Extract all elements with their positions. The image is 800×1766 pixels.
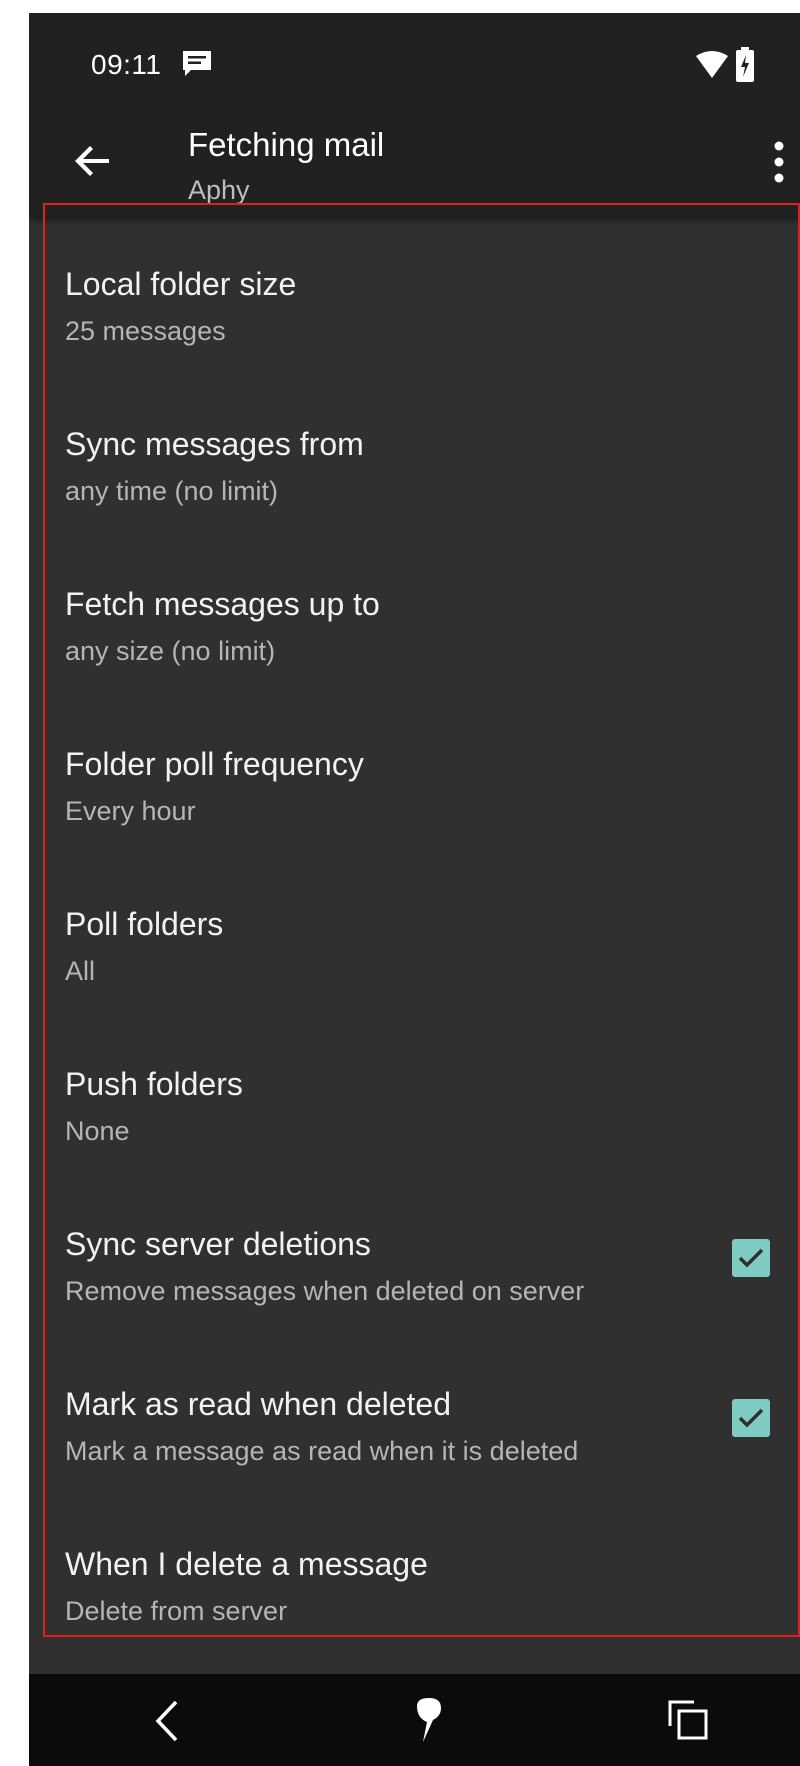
system-nav-bar <box>29 1674 800 1766</box>
pref-summary: 25 messages <box>65 316 226 346</box>
pref-sync-server-deletions[interactable]: Sync server deletions Remove messages wh… <box>29 1176 800 1336</box>
account-subtitle: Aphy <box>188 175 250 205</box>
pref-mark-as-read-when-deleted[interactable]: Mark as read when deleted Mark a message… <box>29 1336 800 1496</box>
battery-charging-icon <box>736 47 754 82</box>
pref-summary: None <box>65 1116 130 1146</box>
pref-folder-poll-frequency[interactable]: Folder poll frequency Every hour <box>29 696 800 856</box>
pref-summary: any time (no limit) <box>65 476 279 506</box>
wifi-icon <box>696 51 728 78</box>
check-icon <box>738 1248 764 1268</box>
arrow-back-icon[interactable] <box>65 133 121 189</box>
pref-fetch-messages-up-to[interactable]: Fetch messages up to any size (no limit) <box>29 536 800 696</box>
pref-title: Poll folders <box>65 906 224 942</box>
message-notification-icon <box>183 51 211 76</box>
pref-summary: Every hour <box>65 796 196 826</box>
pref-summary: Delete from server <box>65 1596 288 1626</box>
pref-sync-messages-from[interactable]: Sync messages from any time (no limit) <box>29 376 800 536</box>
app-bar: Fetching mail Aphy <box>29 103 800 216</box>
pref-poll-folders[interactable]: Poll folders All <box>29 856 800 1016</box>
more-vert-icon[interactable] <box>759 137 799 187</box>
pref-title: Push folders <box>65 1066 243 1102</box>
pref-summary: All <box>65 956 96 986</box>
pref-push-folders[interactable]: Push folders None <box>29 1016 800 1176</box>
pref-summary: Remove messages when deleted on server <box>65 1276 585 1306</box>
pref-when-i-delete-a-message[interactable]: When I delete a message Delete from serv… <box>29 1496 800 1656</box>
pref-title: Sync messages from <box>65 426 364 462</box>
nav-back-icon[interactable] <box>144 1696 194 1746</box>
nav-recents-icon[interactable] <box>664 1696 714 1746</box>
check-icon <box>738 1408 764 1428</box>
status-bar: 09:11 <box>29 13 800 103</box>
pref-summary: any size (no limit) <box>65 636 276 666</box>
nav-home-icon[interactable] <box>404 1694 454 1748</box>
page-title: Fetching mail <box>188 126 385 163</box>
pref-title: Fetch messages up to <box>65 586 380 622</box>
sync-server-deletions-checkbox[interactable] <box>732 1239 770 1277</box>
pref-title: Local folder size <box>65 266 297 302</box>
pref-title: When I delete a message <box>65 1546 428 1582</box>
device-screen: 09:11 Fetching mail Aphy Local folder si <box>29 13 800 1766</box>
pref-local-folder-size[interactable]: Local folder size 25 messages <box>29 216 800 376</box>
pref-title: Sync server deletions <box>65 1226 371 1262</box>
pref-summary: Mark a message as read when it is delete… <box>65 1436 579 1466</box>
mark-as-read-checkbox[interactable] <box>732 1399 770 1437</box>
status-time: 09:11 <box>91 49 162 80</box>
preference-list: Local folder size 25 messages Sync messa… <box>29 216 800 1656</box>
pref-title: Mark as read when deleted <box>65 1386 451 1422</box>
pref-title: Folder poll frequency <box>65 746 364 782</box>
